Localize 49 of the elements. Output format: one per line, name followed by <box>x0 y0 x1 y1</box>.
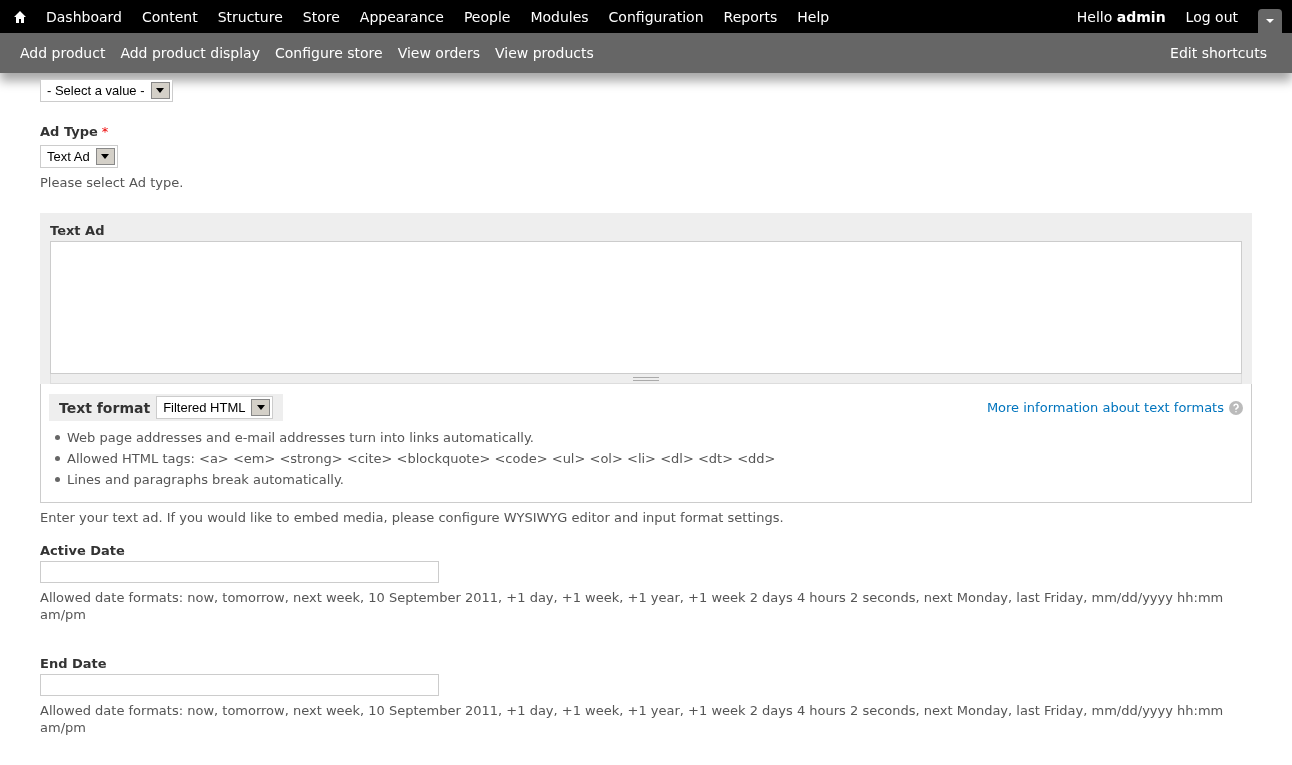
field-label: Active Date <box>40 543 126 558</box>
caret-icon <box>101 154 110 159</box>
more-info-link[interactable]: More information about text formats <box>986 400 1243 415</box>
shortcut-link[interactable]: Add product <box>20 45 114 61</box>
home-icon[interactable] <box>14 10 26 23</box>
field-description: Please select Ad type. <box>40 174 185 191</box>
field-description: Allowed date formats: now, tomorrow, next week, 10 September 2011, +1 day, +1 week, +1 year, +1 week 2 days 4 hours 2 seconds, next Monday, last Friday, mm/dd/yyyy hh:mm am/pm <box>40 589 1225 623</box>
menu-link[interactable]: Configuration <box>598 8 714 25</box>
field-description: Enter your text ad. If you would like to embed media, please configure WYSIWYG editor and input format settings. <box>40 509 785 526</box>
shortcut-link[interactable]: Configure store <box>274 45 391 61</box>
shortcuts-toggle-button[interactable] <box>1258 9 1282 33</box>
menu-link[interactable]: Dashboard <box>36 8 132 25</box>
greeting-text: Hello admin <box>1075 8 1167 25</box>
menu-link[interactable]: Reports <box>713 8 788 25</box>
caret-icon <box>257 405 265 410</box>
bullet-icon <box>55 456 60 461</box>
menu-link[interactable]: Store <box>292 8 350 25</box>
caret-icon <box>1266 19 1274 23</box>
select-field[interactable]: - Select a value - <box>40 79 173 102</box>
date-input[interactable] <box>40 561 439 583</box>
shortcut-link[interactable]: Add product display <box>120 45 268 61</box>
logout-link[interactable]: Log out <box>1175 8 1248 25</box>
caret-icon <box>156 88 165 93</box>
ad-type-select[interactable]: Text Ad <box>40 145 118 168</box>
edit-shortcuts-link[interactable]: Edit shortcuts <box>1170 45 1275 61</box>
resize-grip-icon[interactable] <box>50 374 1242 384</box>
menu-link[interactable]: Structure <box>207 8 293 25</box>
format-tip: Lines and paragraphs break automatically. <box>67 471 344 489</box>
bullet-icon <box>55 477 60 482</box>
field-label: End Date <box>40 656 108 671</box>
bullet-icon <box>55 435 60 440</box>
field-description: Allowed date formats: now, tomorrow, next week, 10 September 2011, +1 day, +1 week, +1 year, +1 week 2 days 4 hours 2 seconds, next Monday, last Friday, mm/dd/yyyy hh:mm am/pm <box>40 702 1225 736</box>
text-ad-textarea[interactable] <box>50 241 1242 374</box>
menu-link[interactable]: Help <box>787 8 840 25</box>
format-tip: Web page addresses and e-mail addresses turn into links automatically. <box>67 429 534 447</box>
field-label: Ad Type <box>40 124 98 139</box>
menu-link[interactable]: Appearance <box>349 8 454 25</box>
help-icon <box>1229 400 1243 415</box>
menu-link[interactable]: Content <box>131 8 208 25</box>
shortcut-link[interactable]: View products <box>495 45 602 61</box>
menu-link[interactable]: Modules <box>520 8 599 25</box>
menu-link[interactable]: People <box>453 8 521 25</box>
shortcut-link[interactable]: View orders <box>397 45 488 61</box>
field-label: Text format <box>59 399 151 416</box>
date-input[interactable] <box>40 674 439 696</box>
text-format-select[interactable]: Filtered HTML <box>156 396 274 419</box>
required-mark: * <box>101 124 109 139</box>
format-tip: Allowed HTML tags: <a> <em> <strong> <cite> <blockquote> <code> <ul> <ol> <li> <dl> <dt> <dd> <box>67 450 776 468</box>
field-label: Text Ad <box>50 223 106 238</box>
